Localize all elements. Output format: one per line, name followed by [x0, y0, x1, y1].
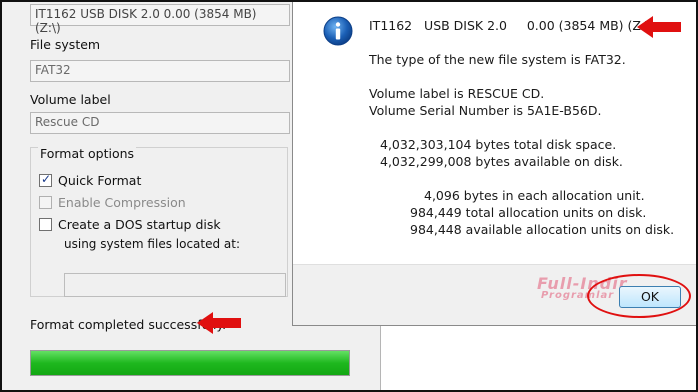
screenshot-border: [0, 0, 698, 392]
